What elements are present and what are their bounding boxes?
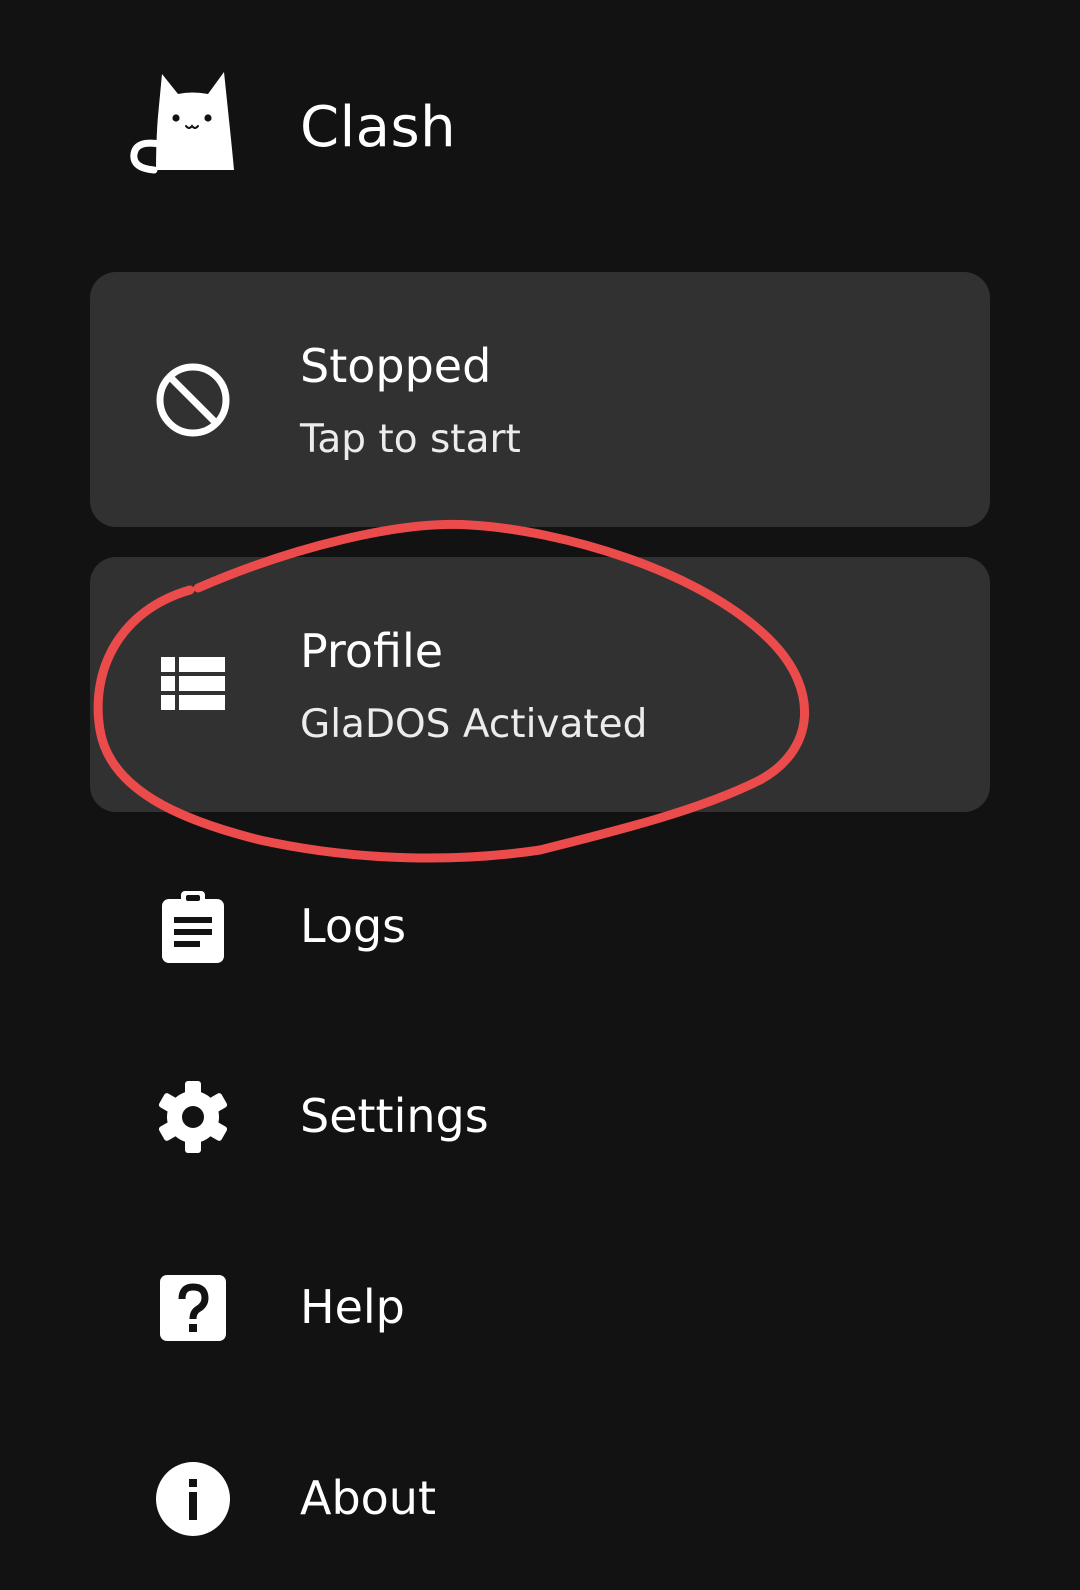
status-title: Stopped	[300, 339, 492, 393]
info-icon	[156, 1462, 230, 1536]
profile-title: Profile	[300, 624, 444, 678]
profile-card[interactable]: Profile GlaDOS Activated	[90, 557, 990, 812]
menu-label-logs: Logs	[300, 899, 407, 953]
status-card[interactable]: Stopped Tap to start	[90, 272, 990, 527]
gear-icon	[158, 1081, 228, 1153]
profile-subtitle: GlaDOS Activated	[300, 702, 648, 747]
menu-item-settings[interactable]: Settings	[90, 1042, 990, 1192]
status-subtitle: Tap to start	[300, 417, 521, 462]
clipboard-icon	[162, 891, 224, 963]
help-icon	[160, 1275, 226, 1341]
cat-logo-icon	[130, 72, 234, 174]
menu-label-settings: Settings	[300, 1089, 489, 1143]
menu-item-about[interactable]: About	[90, 1424, 990, 1574]
app-header: Clash	[0, 0, 1080, 250]
menu-item-logs[interactable]: Logs	[90, 852, 990, 1002]
menu-label-about: About	[300, 1471, 437, 1525]
menu-item-help[interactable]: Help	[90, 1233, 990, 1383]
view-list-icon	[161, 657, 225, 710]
app-title: Clash	[300, 95, 457, 160]
block-icon	[156, 363, 230, 437]
menu-label-help: Help	[300, 1280, 405, 1334]
